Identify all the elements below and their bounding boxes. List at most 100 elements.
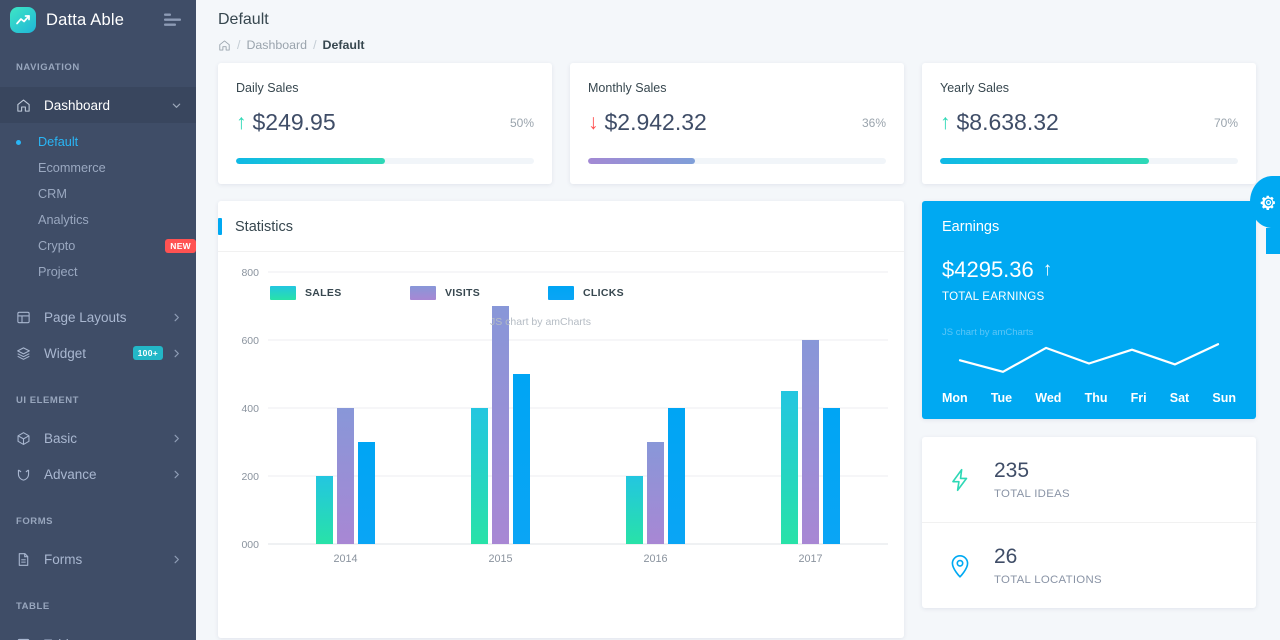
arrow-up-icon: ↑ bbox=[940, 111, 951, 134]
sidebar-subitem-label: Ecommerce bbox=[38, 161, 106, 175]
map-pin-icon bbox=[942, 553, 978, 579]
stat-card-value-row: ↑ $249.95 50% bbox=[236, 109, 534, 136]
sidebar-item-label: Basic bbox=[44, 430, 78, 446]
mini-stat-text: 235 TOTAL IDEAS bbox=[994, 459, 1070, 500]
svg-text:2017: 2017 bbox=[798, 553, 822, 565]
stat-card-monthly-sales: Monthly Sales ↓ $2.942.32 36% bbox=[570, 63, 904, 184]
progress-bar-fill bbox=[588, 158, 696, 164]
settings-tab-button[interactable] bbox=[1250, 176, 1280, 228]
svg-text:200: 200 bbox=[241, 471, 259, 483]
legend-swatch bbox=[548, 286, 574, 300]
legend-item-sales[interactable]: SALES bbox=[270, 286, 383, 300]
legend-label: CLICKS bbox=[583, 287, 624, 299]
legend-item-visits[interactable]: VISITS bbox=[410, 286, 523, 300]
progress-bar bbox=[588, 158, 886, 164]
brand-name: Datta Able bbox=[46, 10, 125, 29]
mini-stat-value: 26 bbox=[994, 545, 1018, 568]
page-header: Default / Dashboard / Default bbox=[196, 0, 1280, 63]
earnings-title: Earnings bbox=[942, 219, 1000, 235]
sidebar-subitem-project[interactable]: Project bbox=[0, 259, 196, 285]
nav-caption-forms: FORMS bbox=[16, 516, 54, 527]
sidebar-subitem-label: Analytics bbox=[38, 213, 89, 227]
chevron-right-icon bbox=[174, 313, 179, 321]
bullet-dot-icon bbox=[16, 218, 21, 223]
sidebar-subitem-crm[interactable]: CRM bbox=[0, 181, 196, 207]
sidebar-item-label: Advance bbox=[44, 466, 97, 482]
sidebar-item-label: Widget bbox=[44, 345, 87, 361]
chevron-down-icon bbox=[172, 103, 181, 108]
breadcrumb-separator: / bbox=[313, 38, 317, 52]
day-label: Sat bbox=[1169, 391, 1190, 405]
sidebar-item-page-layouts[interactable]: Page Layouts bbox=[0, 299, 196, 335]
content-area: Daily Sales ↑ $249.95 50% Monthly Sales … bbox=[196, 63, 1280, 638]
dashboard-submenu: Default Ecommerce CRM Analytics Crypto N… bbox=[0, 123, 196, 285]
svg-text:800: 800 bbox=[241, 267, 259, 279]
nav-caption-ui-element: UI ELEMENT bbox=[16, 395, 80, 406]
sidebar-item-dashboard[interactable]: Dashboard bbox=[0, 87, 196, 123]
earnings-subtitle: TOTAL EARNINGS bbox=[942, 290, 1045, 303]
day-label: Mon bbox=[942, 391, 968, 405]
progress-bar-fill bbox=[940, 158, 1149, 164]
legend-label: SALES bbox=[305, 287, 342, 299]
settings-tab-strip[interactable] bbox=[1266, 228, 1280, 254]
box-icon bbox=[16, 431, 33, 446]
stat-card-title: Monthly Sales bbox=[588, 81, 667, 95]
stat-card-value-row: ↑ $8.638.32 70% bbox=[940, 109, 1238, 136]
legend-item-clicks[interactable]: CLICKS bbox=[548, 286, 661, 300]
chevron-right-icon bbox=[174, 349, 179, 357]
earnings-line-chart bbox=[922, 327, 1256, 387]
chevron-right-icon bbox=[174, 434, 179, 442]
sidebar-subitem-crypto[interactable]: Crypto NEW bbox=[0, 233, 196, 259]
shield-icon bbox=[16, 467, 33, 482]
sidebar-item-table[interactable]: Table bbox=[0, 626, 196, 640]
progress-bar-fill bbox=[236, 158, 385, 164]
app-logo[interactable] bbox=[10, 7, 36, 33]
accent-bar bbox=[218, 218, 222, 235]
mini-stat-value: 235 bbox=[994, 459, 1030, 482]
progress-bar bbox=[940, 158, 1238, 164]
stat-card-percent: 70% bbox=[1213, 115, 1238, 130]
svg-text:2014: 2014 bbox=[333, 553, 357, 565]
day-label: Sun bbox=[1212, 391, 1236, 405]
sidebar-header: Datta Able bbox=[0, 0, 196, 40]
sidebar-subitem-analytics[interactable]: Analytics bbox=[0, 207, 196, 233]
home-icon[interactable] bbox=[218, 39, 231, 52]
layers-icon bbox=[16, 346, 33, 361]
svg-text:2015: 2015 bbox=[488, 553, 512, 565]
sidebar-subitem-default[interactable]: Default bbox=[0, 129, 196, 155]
nav-caption-table: TABLE bbox=[16, 601, 50, 612]
bullet-dot-icon bbox=[16, 270, 21, 275]
nav-caption-navigation: NAVIGATION bbox=[16, 62, 80, 73]
breadcrumb-item-dashboard[interactable]: Dashboard bbox=[246, 38, 307, 52]
file-icon bbox=[16, 552, 33, 567]
breadcrumb-separator: / bbox=[237, 38, 241, 52]
svg-text:400: 400 bbox=[241, 403, 259, 415]
bar-chart-svg: 000 200 400 600 800 2014 2015 2016 2017 bbox=[241, 267, 888, 565]
sidebar-item-widget[interactable]: Widget 100+ bbox=[0, 335, 196, 371]
chart-credit: JS chart by amCharts bbox=[490, 316, 591, 328]
sidebar: Datta Able NAVIGATION Dashboard Default … bbox=[0, 0, 196, 640]
status-badge-count: 100+ bbox=[132, 346, 163, 360]
legend-swatch bbox=[270, 286, 296, 300]
chart-legend: SALES VISITS CLICKS bbox=[270, 286, 830, 300]
mini-stat-label: TOTAL LOCATIONS bbox=[994, 574, 1102, 586]
svg-text:600: 600 bbox=[241, 335, 259, 347]
arrow-up-icon: ↑ bbox=[1042, 259, 1053, 280]
stat-card-yearly-sales: Yearly Sales ↑ $8.638.32 70% bbox=[922, 63, 1256, 184]
sidebar-item-advance[interactable]: Advance bbox=[0, 456, 196, 492]
sidebar-item-label: Forms bbox=[44, 551, 83, 567]
trend-arrow-icon bbox=[16, 15, 30, 25]
svg-text:000: 000 bbox=[241, 539, 259, 551]
sidebar-item-forms[interactable]: Forms bbox=[0, 541, 196, 577]
sidebar-subitem-label: Default bbox=[38, 135, 79, 149]
mini-stat-total-locations: 26 TOTAL LOCATIONS bbox=[922, 522, 1256, 608]
sidebar-subitem-ecommerce[interactable]: Ecommerce bbox=[0, 155, 196, 181]
stat-card-value: $2.942.32 bbox=[604, 109, 707, 135]
day-label: Wed bbox=[1035, 391, 1062, 405]
breadcrumb: / Dashboard / Default bbox=[218, 38, 1256, 52]
mini-stats-card: 235 TOTAL IDEAS 26 TOTAL LOCATIONS bbox=[922, 437, 1256, 608]
sidebar-item-basic[interactable]: Basic bbox=[0, 420, 196, 456]
lower-row: Statistics SALES VISITS CLICKS JS chart … bbox=[218, 201, 1256, 638]
menu-align-icon[interactable] bbox=[164, 13, 182, 27]
stat-card-value-row: ↓ $2.942.32 36% bbox=[588, 109, 886, 136]
